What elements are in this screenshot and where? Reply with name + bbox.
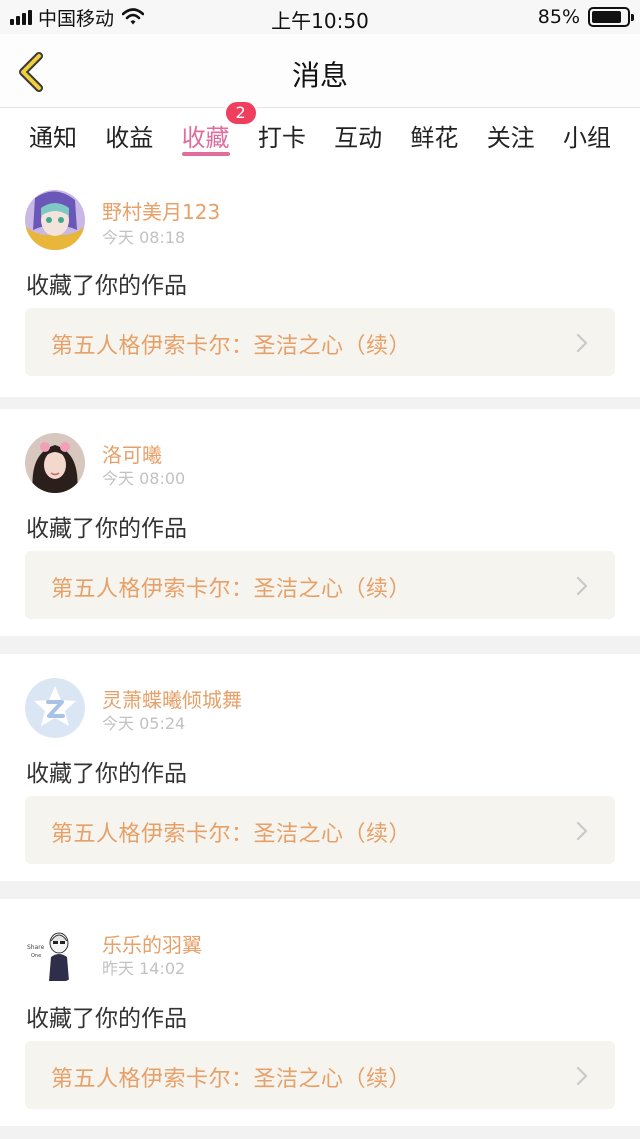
avatar[interactable]: [25, 433, 85, 493]
username[interactable]: 乐乐的羽翼: [102, 929, 202, 958]
avatar[interactable]: [25, 190, 85, 250]
tab-checkin[interactable]: 打卡: [256, 108, 308, 170]
status-right: 85%: [537, 5, 634, 29]
tab-follow[interactable]: 关注: [485, 108, 537, 170]
anime-avatar-image: [25, 190, 85, 250]
tab-flowers[interactable]: 鲜花: [408, 108, 460, 170]
timestamp: 今天 08:18: [102, 228, 186, 247]
avatar[interactable]: [25, 678, 85, 738]
username[interactable]: 野村美月123: [102, 196, 220, 225]
notification-card: 灵萧蝶曦倾城舞 今天 05:24 收藏了你的作品 第五人格伊索卡尔：圣洁之心（续…: [0, 654, 640, 881]
sketch-avatar-image: Share One: [25, 923, 85, 983]
tab-bar: 通知 收益 收藏 2 打卡 互动 鲜花 关注 小组: [0, 100, 640, 170]
back-button[interactable]: [12, 50, 52, 94]
tab-label: 收益: [105, 124, 154, 152]
message-text: 收藏了你的作品: [26, 1006, 187, 1032]
default-z-avatar-image: [25, 678, 85, 738]
message-text: 收藏了你的作品: [26, 516, 187, 542]
tab-label: 打卡: [257, 124, 306, 152]
nav-bar: 消息: [0, 34, 640, 108]
tab-groups[interactable]: 小组: [561, 108, 613, 170]
tab-label: 收藏: [181, 124, 230, 152]
battery-percent: 85%: [537, 6, 580, 28]
tab-label: 小组: [562, 124, 611, 152]
svg-text:Share: Share: [27, 944, 45, 951]
status-bar: 中国移动 上午10:50 85%: [0, 0, 640, 34]
work-title: 第五人格伊索卡尔：圣洁之心（续）: [51, 577, 412, 602]
username[interactable]: 洛可曦: [102, 439, 162, 468]
tab-notice[interactable]: 通知: [27, 108, 79, 170]
timestamp: 今天 05:24: [102, 714, 186, 733]
page-title: 消息: [291, 59, 348, 92]
tab-label: 关注: [486, 124, 535, 152]
message-text: 收藏了你的作品: [26, 273, 187, 299]
message-text: 收藏了你的作品: [26, 761, 187, 787]
chevron-right-icon: [576, 576, 588, 596]
chevron-right-icon: [576, 333, 588, 353]
work-link[interactable]: 第五人格伊索卡尔：圣洁之心（续）: [25, 551, 615, 619]
photo-avatar-image: [25, 433, 85, 493]
timestamp: 今天 08:00: [102, 469, 186, 488]
tab-interaction[interactable]: 互动: [332, 108, 384, 170]
tab-label: 互动: [334, 124, 383, 152]
battery-icon: [588, 7, 634, 27]
chevron-right-icon: [576, 821, 588, 841]
tab-label: 通知: [29, 124, 77, 152]
avatar[interactable]: Share One: [25, 923, 85, 983]
battery-fill: [592, 11, 621, 23]
notification-card: 野村美月123 今天 08:18 收藏了你的作品 第五人格伊索卡尔：圣洁之心（续…: [0, 170, 640, 397]
battery-cap: [631, 14, 634, 21]
work-title: 第五人格伊索卡尔：圣洁之心（续）: [51, 334, 412, 359]
work-title: 第五人格伊索卡尔：圣洁之心（续）: [51, 822, 412, 847]
tab-label: 鲜花: [410, 124, 459, 152]
unread-badge: 2: [223, 100, 258, 126]
notification-card: 洛可曦 今天 08:00 收藏了你的作品 第五人格伊索卡尔：圣洁之心（续）: [0, 409, 640, 636]
username[interactable]: 灵萧蝶曦倾城舞: [102, 684, 242, 713]
svg-text:One: One: [31, 953, 41, 959]
work-title: 第五人格伊索卡尔：圣洁之心（续）: [51, 1067, 412, 1092]
work-link[interactable]: 第五人格伊索卡尔：圣洁之心（续）: [25, 308, 615, 376]
chevron-right-icon: [576, 1066, 588, 1086]
work-link[interactable]: 第五人格伊索卡尔：圣洁之心（续）: [25, 1041, 615, 1109]
timestamp: 昨天 14:02: [102, 959, 186, 978]
tab-favorites[interactable]: 收藏 2: [180, 100, 258, 170]
active-tab-indicator: [181, 152, 230, 156]
notification-card: Share One 乐乐的羽翼 昨天 14:02 收藏了你的作品 第五人格伊索卡…: [0, 899, 640, 1126]
chevron-left-icon: [19, 52, 43, 92]
tab-income[interactable]: 收益: [103, 108, 155, 170]
work-link[interactable]: 第五人格伊索卡尔：圣洁之心（续）: [25, 796, 615, 864]
